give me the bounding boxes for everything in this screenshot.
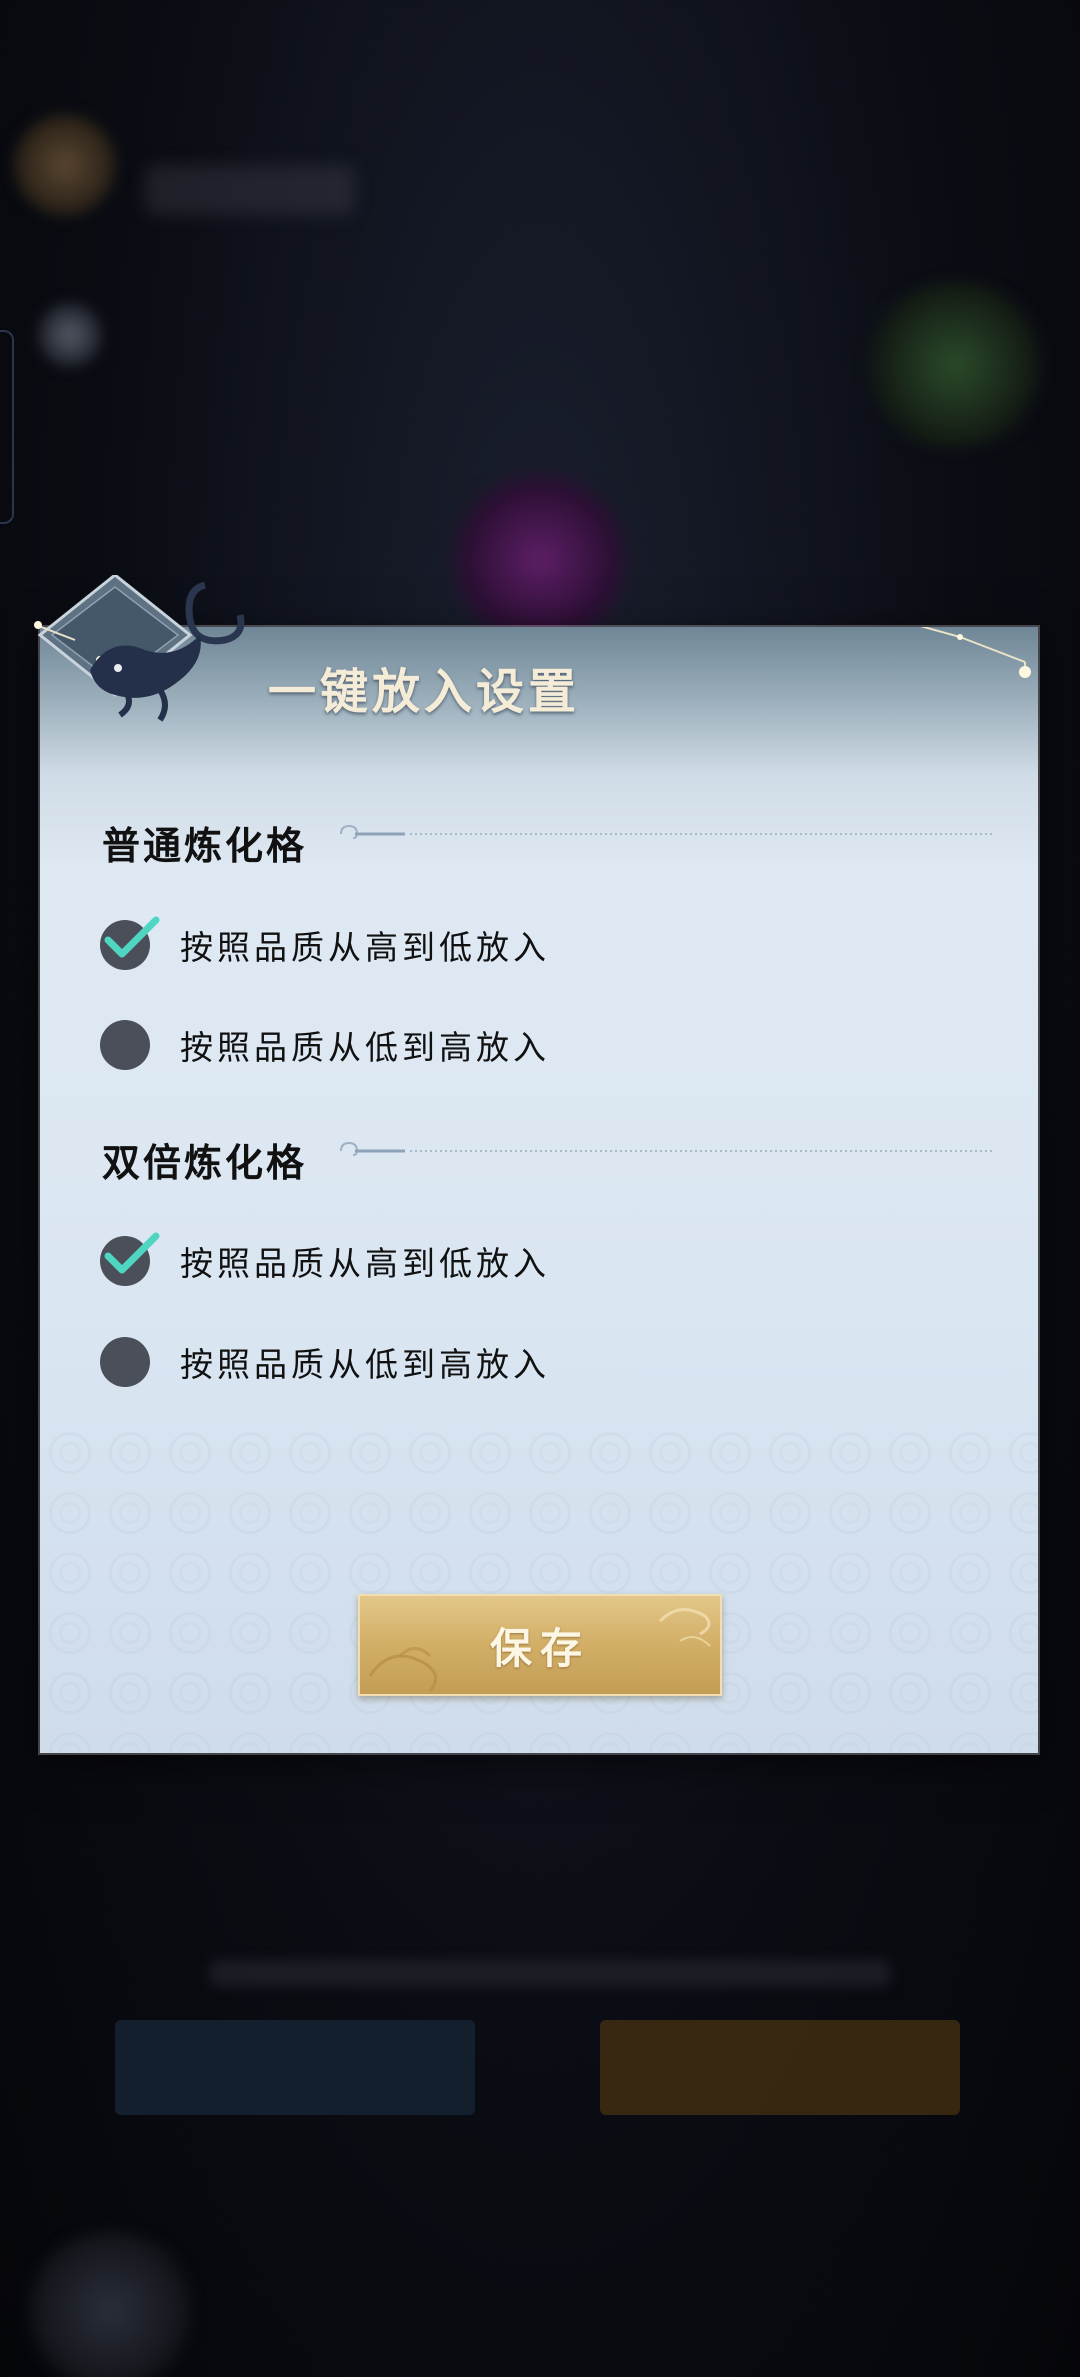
option-normal-low-to-high[interactable]: 按照品质从低到高放入 xyxy=(100,1015,550,1075)
radio-unchecked[interactable] xyxy=(100,1337,150,1387)
background-icon-blur xyxy=(35,300,105,370)
section-title-double: 双倍炼化格 xyxy=(102,1140,308,1185)
checkmark-icon xyxy=(104,916,160,958)
radio-checked[interactable] xyxy=(100,1232,160,1286)
background-text-blur xyxy=(210,1960,890,1986)
background-item-blur xyxy=(860,280,1050,450)
save-button-label: 保存 xyxy=(489,1623,590,1673)
section-divider xyxy=(340,824,995,839)
option-double-high-to-low[interactable]: 按照品质从高到低放入 xyxy=(100,1231,550,1291)
radio-checked[interactable] xyxy=(100,916,160,970)
option-label: 按照品质从低到高放入 xyxy=(180,1028,550,1067)
dialog-title: 一键放入设置 xyxy=(268,664,581,720)
option-label: 按照品质从高到低放入 xyxy=(180,928,550,967)
section-divider xyxy=(340,1141,995,1156)
save-button[interactable]: 保存 xyxy=(358,1594,722,1696)
background-side-tab xyxy=(0,330,14,524)
fox-emblem-icon xyxy=(34,575,245,722)
option-label: 按照品质从高到低放入 xyxy=(180,1244,550,1283)
cloud-pattern-decoration xyxy=(40,1423,1038,1753)
background-button-right xyxy=(600,2020,960,2115)
background-button-left xyxy=(115,2020,475,2115)
option-normal-high-to-low[interactable]: 按照品质从高到低放入 xyxy=(100,915,550,975)
background-back-button-blur xyxy=(20,2230,200,2377)
section-title-normal: 普通炼化格 xyxy=(102,823,308,868)
background-avatar-blur xyxy=(10,110,120,220)
background-title-blur xyxy=(145,165,355,215)
checkmark-icon xyxy=(104,1232,160,1274)
background-portal-blur xyxy=(440,470,640,650)
settings-dialog: 一键放入设置 普通炼化格 按照品质从高到低放入 按照品质从低到高放入 双倍炼化格… xyxy=(40,627,1038,1753)
option-double-low-to-high[interactable]: 按照品质从低到高放入 xyxy=(100,1332,550,1392)
radio-unchecked[interactable] xyxy=(100,1020,150,1070)
option-label: 按照品质从低到高放入 xyxy=(180,1345,550,1384)
